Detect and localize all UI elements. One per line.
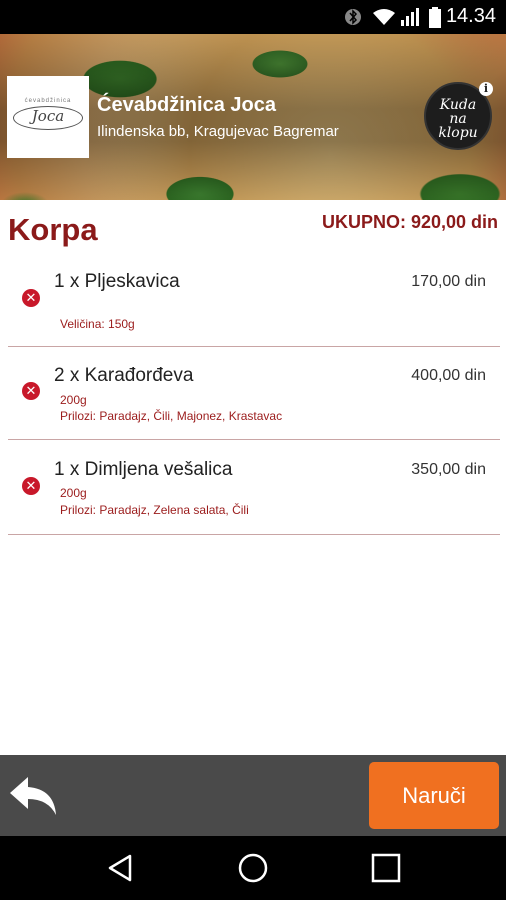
logo-text: Joca <box>31 107 65 125</box>
nav-recents-icon[interactable] <box>370 852 402 884</box>
wifi-icon <box>373 9 395 25</box>
item-detail: 200g <box>60 486 87 500</box>
signal-icon <box>401 8 419 26</box>
item-name: 2 x Karađorđeva <box>54 365 194 386</box>
item-name: 1 x Pljeskavica <box>54 271 180 292</box>
bottom-action-bar: Naruči <box>0 755 506 836</box>
remove-item-icon[interactable]: ✕ <box>22 477 40 495</box>
item-price: 170,00 din <box>411 273 486 290</box>
system-nav-bar <box>0 836 506 900</box>
nav-back-icon[interactable] <box>104 852 136 884</box>
nav-home-icon[interactable] <box>237 852 269 884</box>
badge-line-3: klopu <box>438 125 478 141</box>
bluetooth-icon <box>345 9 361 25</box>
item-detail: Veličina: 150g <box>60 317 135 331</box>
item-detail: Prilozi: Paradajz, Zelena salata, Čili <box>60 503 249 517</box>
restaurant-address: Ilindenska bb, Kragujevac Bagremar <box>97 123 339 140</box>
remove-item-icon[interactable]: ✕ <box>22 289 40 307</box>
item-detail: Prilozi: Paradajz, Čili, Majonez, Krasta… <box>60 409 283 423</box>
clock: 14.34 <box>445 5 496 27</box>
order-button[interactable]: Naruči <box>369 762 499 829</box>
restaurant-name: Ćevabdžinica Joca <box>97 94 276 116</box>
item-price: 400,00 din <box>411 367 486 384</box>
restaurant-header: ćevabdžinica Joca Ćevabdžinica Joca Ilin… <box>0 34 506 200</box>
item-name: 1 x Dimljena vešalica <box>54 459 233 480</box>
status-bar: 14.34 <box>0 0 506 34</box>
restaurant-logo: ćevabdžinica Joca <box>7 76 89 158</box>
cart-title: Korpa <box>8 212 98 247</box>
back-arrow-icon[interactable] <box>6 773 62 819</box>
remove-item-icon[interactable]: ✕ <box>22 382 40 400</box>
battery-icon <box>429 7 441 28</box>
cart-item: ✕ 2 x Karađorđeva 400,00 din 200g Priloz… <box>8 347 500 440</box>
item-detail: 200g <box>60 393 87 407</box>
item-price: 350,00 din <box>411 461 486 478</box>
cart-item: ✕ 1 x Pljeskavica 170,00 din Veličina: 1… <box>8 255 500 347</box>
info-icon[interactable]: i <box>479 82 493 96</box>
cart-total: UKUPNO: 920,00 din <box>321 212 498 232</box>
cart-item: ✕ 1 x Dimljena vešalica 350,00 din 200g … <box>8 440 500 535</box>
logo-small-text: ćevabdžinica <box>24 98 72 104</box>
